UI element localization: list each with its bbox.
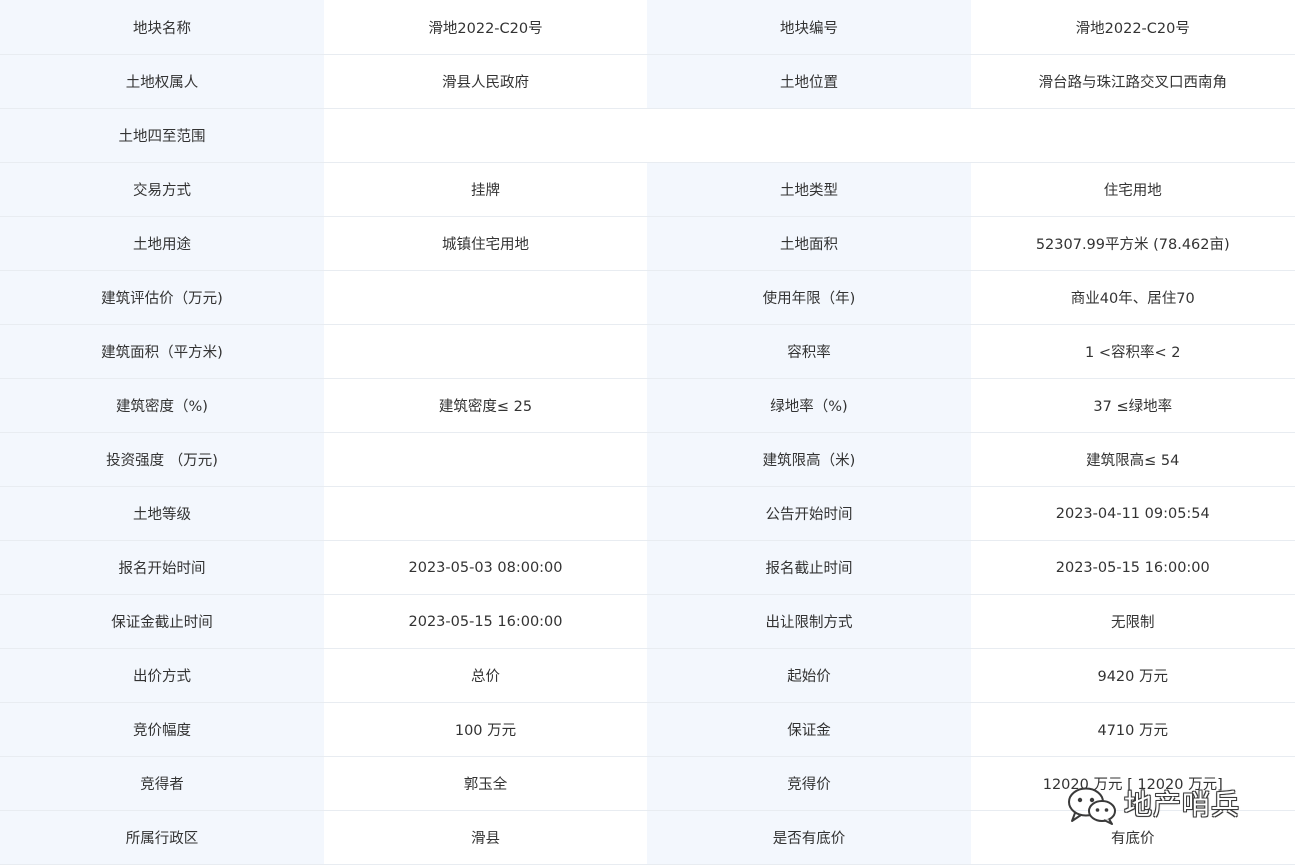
field-label: 容积率	[647, 324, 971, 379]
field-label: 地块名称	[0, 0, 324, 55]
field-value: 住宅用地	[971, 162, 1295, 217]
field-label: 交易方式	[0, 162, 324, 217]
field-label: 所属行政区	[0, 810, 324, 865]
field-value	[324, 108, 1295, 163]
field-label: 保证金	[647, 702, 971, 757]
field-label: 竞得价	[647, 756, 971, 811]
field-label: 建筑面积（平方米)	[0, 324, 324, 379]
land-info-table: 地块名称 滑地2022-C20号 地块编号 滑地2022-C20号 土地权属人 …	[0, 0, 1295, 865]
field-label: 土地四至范围	[0, 108, 324, 163]
field-value: 2023-04-11 09:05:54	[971, 486, 1295, 541]
field-label: 报名截止时间	[647, 540, 971, 595]
field-value: 郭玉全	[324, 756, 647, 811]
table-row: 建筑面积（平方米) 容积率 1 <容积率< 2	[0, 324, 1295, 379]
field-label: 公告开始时间	[647, 486, 971, 541]
field-value: 2023-05-15 16:00:00	[971, 540, 1295, 595]
field-value: 滑县	[324, 810, 647, 865]
field-label: 土地用途	[0, 216, 324, 271]
field-value: 100 万元	[324, 702, 647, 757]
table-row: 投资强度 （万元) 建筑限高（米) 建筑限高≤ 54	[0, 432, 1295, 487]
field-value: 1 <容积率< 2	[971, 324, 1295, 379]
field-value: 12020 万元 [ 12020 万元]	[971, 756, 1295, 811]
field-label: 地块编号	[647, 0, 971, 55]
field-label: 土地等级	[0, 486, 324, 541]
field-label: 出价方式	[0, 648, 324, 703]
field-value	[324, 432, 647, 487]
field-label: 土地类型	[647, 162, 971, 217]
table-row: 所属行政区 滑县 是否有底价 有底价	[0, 810, 1295, 865]
table-row: 竞价幅度 100 万元 保证金 4710 万元	[0, 702, 1295, 757]
table-row: 土地权属人 滑县人民政府 土地位置 滑台路与珠江路交叉口西南角	[0, 54, 1295, 109]
field-label: 保证金截止时间	[0, 594, 324, 649]
field-label: 建筑评估价（万元)	[0, 270, 324, 325]
field-label: 出让限制方式	[647, 594, 971, 649]
field-label: 建筑限高（米)	[647, 432, 971, 487]
field-value	[324, 270, 647, 325]
table-row: 建筑密度（%) 建筑密度≤ 25 绿地率（%) 37 ≤绿地率	[0, 378, 1295, 433]
table-row: 土地用途 城镇住宅用地 土地面积 52307.99平方米 (78.462亩)	[0, 216, 1295, 271]
table-row: 竞得者 郭玉全 竞得价 12020 万元 [ 12020 万元]	[0, 756, 1295, 811]
table-row: 保证金截止时间 2023-05-15 16:00:00 出让限制方式 无限制	[0, 594, 1295, 649]
field-value: 挂牌	[324, 162, 647, 217]
field-label: 使用年限（年)	[647, 270, 971, 325]
field-value: 滑台路与珠江路交叉口西南角	[971, 54, 1295, 109]
field-label: 投资强度 （万元)	[0, 432, 324, 487]
field-value: 滑地2022-C20号	[971, 0, 1295, 55]
field-label: 土地权属人	[0, 54, 324, 109]
field-value: 2023-05-03 08:00:00	[324, 540, 647, 595]
table-row: 建筑评估价（万元) 使用年限（年) 商业40年、居住70	[0, 270, 1295, 325]
field-value: 建筑限高≤ 54	[971, 432, 1295, 487]
field-label: 竞得者	[0, 756, 324, 811]
field-value: 2023-05-15 16:00:00	[324, 594, 647, 649]
field-value: 滑县人民政府	[324, 54, 647, 109]
table-row: 土地等级 公告开始时间 2023-04-11 09:05:54	[0, 486, 1295, 541]
field-value: 有底价	[971, 810, 1295, 865]
field-label: 土地面积	[647, 216, 971, 271]
field-value: 建筑密度≤ 25	[324, 378, 647, 433]
field-label: 起始价	[647, 648, 971, 703]
field-value: 52307.99平方米 (78.462亩)	[971, 216, 1295, 271]
table-row: 地块名称 滑地2022-C20号 地块编号 滑地2022-C20号	[0, 0, 1295, 55]
field-value: 9420 万元	[971, 648, 1295, 703]
field-value: 总价	[324, 648, 647, 703]
field-value: 城镇住宅用地	[324, 216, 647, 271]
field-label: 竞价幅度	[0, 702, 324, 757]
field-value	[324, 324, 647, 379]
table-row: 土地四至范围	[0, 108, 1295, 163]
table-row: 出价方式 总价 起始价 9420 万元	[0, 648, 1295, 703]
field-label: 绿地率（%)	[647, 378, 971, 433]
table-row: 报名开始时间 2023-05-03 08:00:00 报名截止时间 2023-0…	[0, 540, 1295, 595]
field-value: 无限制	[971, 594, 1295, 649]
field-value: 滑地2022-C20号	[324, 0, 647, 55]
field-label: 建筑密度（%)	[0, 378, 324, 433]
field-value: 商业40年、居住70	[971, 270, 1295, 325]
field-label: 土地位置	[647, 54, 971, 109]
field-value: 4710 万元	[971, 702, 1295, 757]
field-label: 报名开始时间	[0, 540, 324, 595]
table-row: 交易方式 挂牌 土地类型 住宅用地	[0, 162, 1295, 217]
field-value	[324, 486, 647, 541]
field-label: 是否有底价	[647, 810, 971, 865]
field-value: 37 ≤绿地率	[971, 378, 1295, 433]
